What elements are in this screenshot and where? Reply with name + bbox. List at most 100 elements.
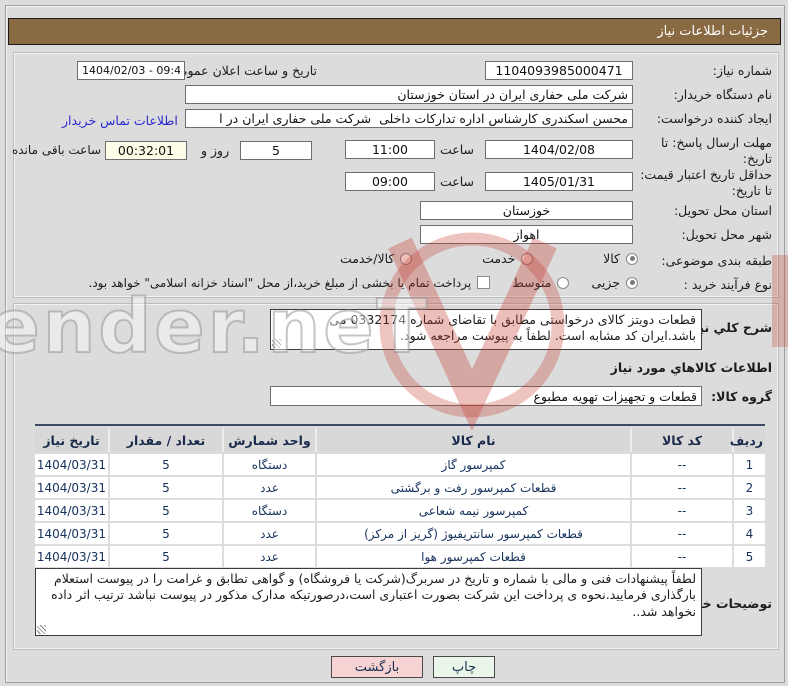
cell-date: 1404/03/31 (35, 523, 108, 544)
radio-medium-label: متوسط (512, 275, 552, 290)
cell-code: -- (630, 454, 732, 475)
countdown-timer (105, 141, 187, 160)
cell-name: قطعات کمپرسور هوا (315, 546, 630, 567)
radio-service-label: خدمت (482, 251, 516, 266)
radio-minor-icon[interactable] (626, 276, 638, 289)
resize-handle-icon[interactable] (272, 339, 281, 348)
radio-minor-label: جزیی (591, 275, 620, 290)
goods-section-title: اطلاعات کالاهاي مورد نیاز (610, 360, 772, 375)
days-remaining-label: روز و (201, 143, 230, 158)
cell-name: کمپرسور گاز (315, 454, 630, 475)
reply-deadline-hour-input[interactable] (345, 140, 435, 159)
subject-category-label: طبقه بندی موضوعی: (661, 253, 772, 268)
cell-qty: 5 (108, 500, 222, 521)
col-header-unit: واحد شمارش (222, 428, 315, 452)
delivery-province-input[interactable] (420, 201, 633, 220)
buyer-contact-link[interactable]: اطلاعات تماس خریدار (62, 113, 178, 128)
table-row: 3 -- کمپرسور نیمه شعاعی دستگاه 5 1404/03… (35, 500, 765, 521)
cell-qty: 5 (108, 477, 222, 498)
category-option-goods-service[interactable]: کالا/خدمت (340, 251, 413, 266)
table-row: 1 -- کمپرسور گاز دستگاه 5 1404/03/31 (35, 454, 765, 475)
col-header-index: ردیف (730, 428, 765, 452)
cell-unit: عدد (222, 523, 315, 544)
cell-date: 1404/03/31 (35, 500, 108, 521)
cell-unit: عدد (222, 477, 315, 498)
goods-table: ردیف کد کالا نام کالا واحد شمارش تعداد /… (35, 424, 765, 569)
price-validity-date-input[interactable] (485, 172, 633, 191)
radio-service-icon[interactable] (521, 252, 534, 265)
process-option-minor[interactable]: جزیی (591, 275, 638, 290)
page-title: جزئیات اطلاعات نیاز (657, 24, 768, 39)
radio-medium-icon[interactable] (557, 276, 570, 289)
subject-category-options: کالا خدمت کالا/خدمت (340, 251, 638, 266)
treasury-checkbox-icon[interactable] (477, 276, 491, 289)
reply-hour-label: ساعت (439, 142, 474, 157)
price-validity-label: حداقل تاریخ اعتبار قیمت: تا تاریخ: (640, 167, 772, 198)
treasury-payment-option[interactable]: پرداخت تمام یا بخشی از مبلغ خرید،از محل … (89, 276, 491, 290)
description-textarea[interactable]: قطعات دویتز کالای درخواستی مطابق با تقاض… (270, 309, 702, 350)
announce-datetime-label: تاریخ و ساعت اعلان عمومی: (166, 63, 317, 78)
cell-name: قطعات کمپرسور سانتریفیوژ (گریز از مرکز) (315, 523, 630, 544)
back-button[interactable]: بازگشت (331, 656, 423, 678)
treasury-checkbox-label: پرداخت تمام یا بخشی از مبلغ خرید،از محل … (88, 275, 472, 290)
table-header-row: ردیف کد کالا نام کالا واحد شمارش تعداد /… (35, 428, 765, 452)
table-row: 5 -- قطعات کمپرسور هوا عدد 5 1404/03/31 (35, 546, 765, 567)
description-text: قطعات دویتز کالای درخواستی مطابق با تقاض… (329, 312, 696, 344)
cell-code: -- (630, 546, 732, 567)
cell-qty: 5 (108, 546, 222, 567)
col-header-date: تاریخ نیاز (35, 428, 108, 452)
cell-qty: 5 (108, 454, 222, 475)
process-option-medium[interactable]: متوسط (512, 275, 570, 290)
buyer-notes-text: لطفاً پیشنهادات فنی و مالی با شماره و تا… (51, 571, 696, 619)
price-hour-label: ساعت (439, 174, 474, 189)
cell-qty: 5 (108, 523, 222, 544)
delivery-city-input[interactable] (420, 225, 633, 244)
buyer-name-label: نام دستگاه خریدار: (673, 87, 772, 102)
cell-date: 1404/03/31 (35, 477, 108, 498)
print-button[interactable]: چاپ (433, 656, 495, 678)
goods-group-label: گروه کالا: (711, 389, 772, 404)
col-header-qty: تعداد / مقدار (108, 428, 222, 452)
price-validity-hour-input[interactable] (345, 172, 435, 191)
radio-goods-icon[interactable] (626, 252, 638, 265)
cell-date: 1404/03/31 (35, 546, 108, 567)
cell-code: -- (630, 523, 732, 544)
cell-index: 5 (732, 546, 765, 567)
radio-goods-service-icon[interactable] (400, 252, 413, 265)
days-remaining-input[interactable] (240, 141, 312, 160)
buyer-notes-textarea[interactable]: لطفاً پیشنهادات فنی و مالی با شماره و تا… (35, 568, 702, 636)
cell-name: کمپرسور نیمه شعاعی (315, 500, 630, 521)
cell-index: 2 (732, 477, 765, 498)
category-option-goods[interactable]: کالا (603, 251, 638, 266)
need-number-label: شماره نیاز: (712, 63, 772, 78)
need-details-page: جزئیات اطلاعات نیاز شماره نیاز: تاریخ و … (0, 0, 788, 686)
page-title-bar: جزئیات اطلاعات نیاز (8, 18, 781, 45)
request-creator-label: ایجاد کننده درخواست: (656, 111, 772, 126)
reply-deadline-date-input[interactable] (485, 140, 633, 159)
radio-goods-label: کالا (603, 251, 620, 266)
cell-index: 3 (732, 500, 765, 521)
col-header-name: نام کالا (315, 428, 630, 452)
announce-datetime-input[interactable] (77, 61, 185, 80)
delivery-city-label: شهر محل تحویل: (681, 227, 772, 242)
need-number-input[interactable] (485, 61, 633, 80)
request-creator-input[interactable] (185, 109, 633, 128)
category-option-service[interactable]: خدمت (482, 251, 534, 266)
resize-handle-icon[interactable] (37, 625, 46, 634)
col-header-code: کد کالا (630, 428, 732, 452)
purchase-process-options: جزیی متوسط پرداخت تمام یا بخشی از مبلغ خ… (55, 275, 638, 290)
cell-unit: عدد (222, 546, 315, 567)
delivery-province-label: استان محل تحویل: (673, 203, 772, 218)
buyer-name-input[interactable] (185, 85, 633, 104)
cell-code: -- (630, 477, 732, 498)
cell-unit: دستگاه (222, 500, 315, 521)
countdown-label: ساعت باقی مانده (12, 143, 102, 157)
cell-index: 1 (732, 454, 765, 475)
goods-group-input[interactable] (270, 386, 702, 406)
cell-name: قطعات کمپرسور رفت و برگشتی (315, 477, 630, 498)
table-row: 2 -- قطعات کمپرسور رفت و برگشتی عدد 5 14… (35, 477, 765, 498)
cell-code: -- (630, 500, 732, 521)
reply-deadline-label: مهلت ارسال پاسخ: تا تاریخ: (661, 135, 772, 166)
cell-index: 4 (732, 523, 765, 544)
purchase-process-label: نوع فرآیند خرید : (683, 277, 772, 292)
